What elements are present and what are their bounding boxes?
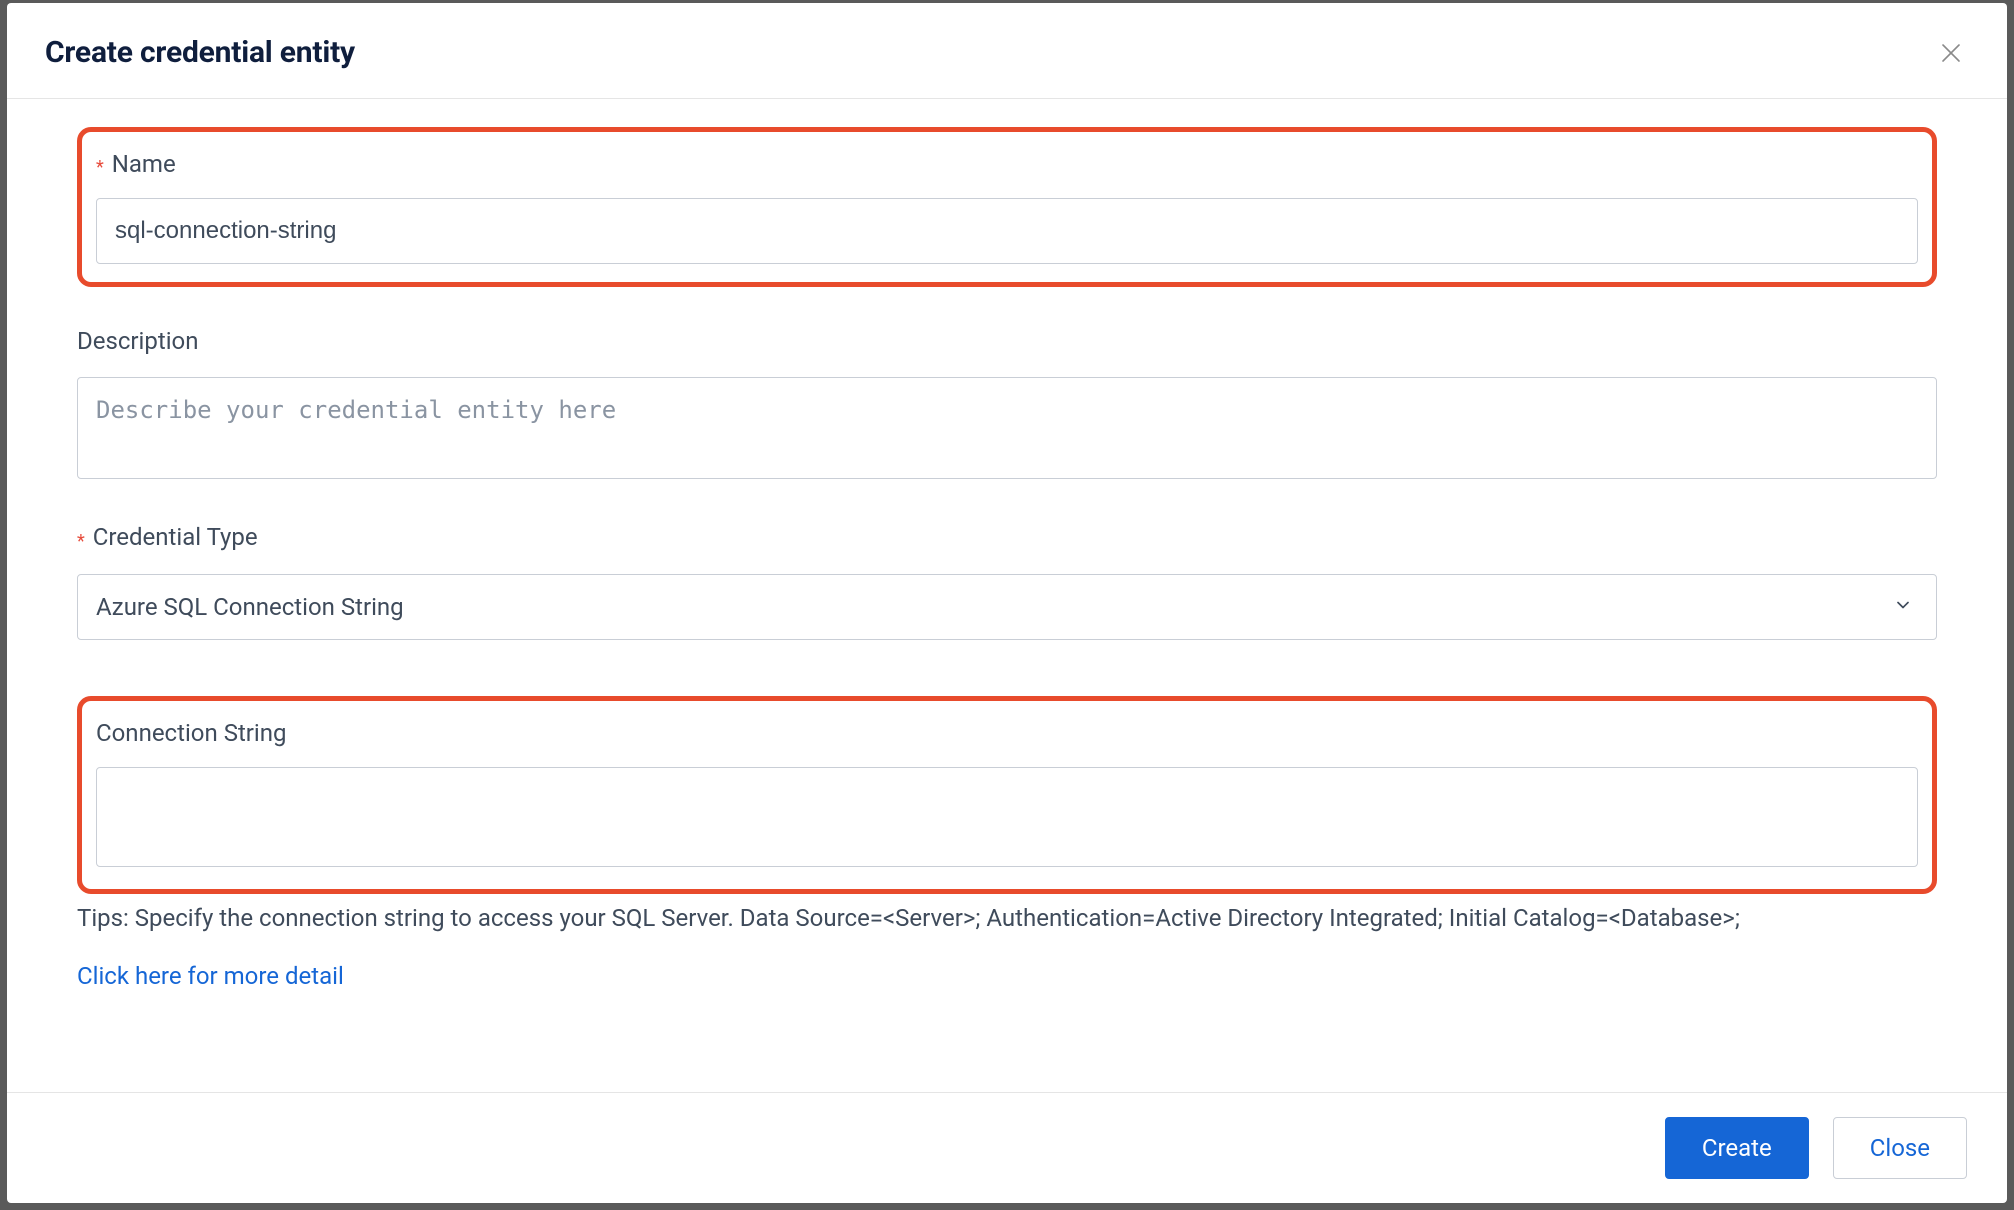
modal-header: Create credential entity — [7, 3, 2007, 99]
credential-type-field-group: * Credential Type Azure SQL Connection S… — [77, 523, 1937, 639]
credential-type-label-row: * Credential Type — [77, 523, 1937, 551]
connection-string-label: Connection String — [96, 719, 287, 747]
description-input[interactable] — [77, 377, 1937, 479]
modal-footer: Create Close — [7, 1092, 2007, 1203]
required-star: * — [96, 157, 104, 178]
connection-string-input[interactable] — [96, 767, 1918, 867]
required-star: * — [77, 531, 85, 552]
create-credential-modal: Create credential entity * Name Descript… — [7, 3, 2007, 1203]
connection-string-field-group: Connection String Tips: Specify the conn… — [77, 696, 1937, 990]
name-label: Name — [112, 150, 176, 178]
name-label-row: * Name — [96, 150, 1918, 178]
description-label: Description — [77, 327, 199, 355]
close-button[interactable]: Close — [1833, 1117, 1967, 1179]
create-button[interactable]: Create — [1665, 1117, 1809, 1179]
close-icon[interactable] — [1935, 37, 1967, 69]
more-detail-link[interactable]: Click here for more detail — [77, 962, 344, 990]
name-field-group: * Name — [77, 127, 1937, 287]
description-label-row: Description — [77, 327, 1937, 355]
name-input[interactable] — [96, 198, 1918, 264]
modal-title: Create credential entity — [45, 35, 355, 70]
name-highlight: * Name — [77, 127, 1937, 287]
credential-type-value: Azure SQL Connection String — [77, 574, 1937, 640]
credential-type-select[interactable]: Azure SQL Connection String — [77, 574, 1937, 640]
connection-string-label-row: Connection String — [96, 719, 1918, 747]
modal-body: * Name Description * Credential Type Azu… — [7, 99, 2007, 1092]
tips-text: Tips: Specify the connection string to a… — [77, 904, 1937, 932]
connection-string-highlight: Connection String — [77, 696, 1937, 894]
description-field-group: Description — [77, 327, 1937, 483]
credential-type-label: Credential Type — [93, 523, 258, 551]
